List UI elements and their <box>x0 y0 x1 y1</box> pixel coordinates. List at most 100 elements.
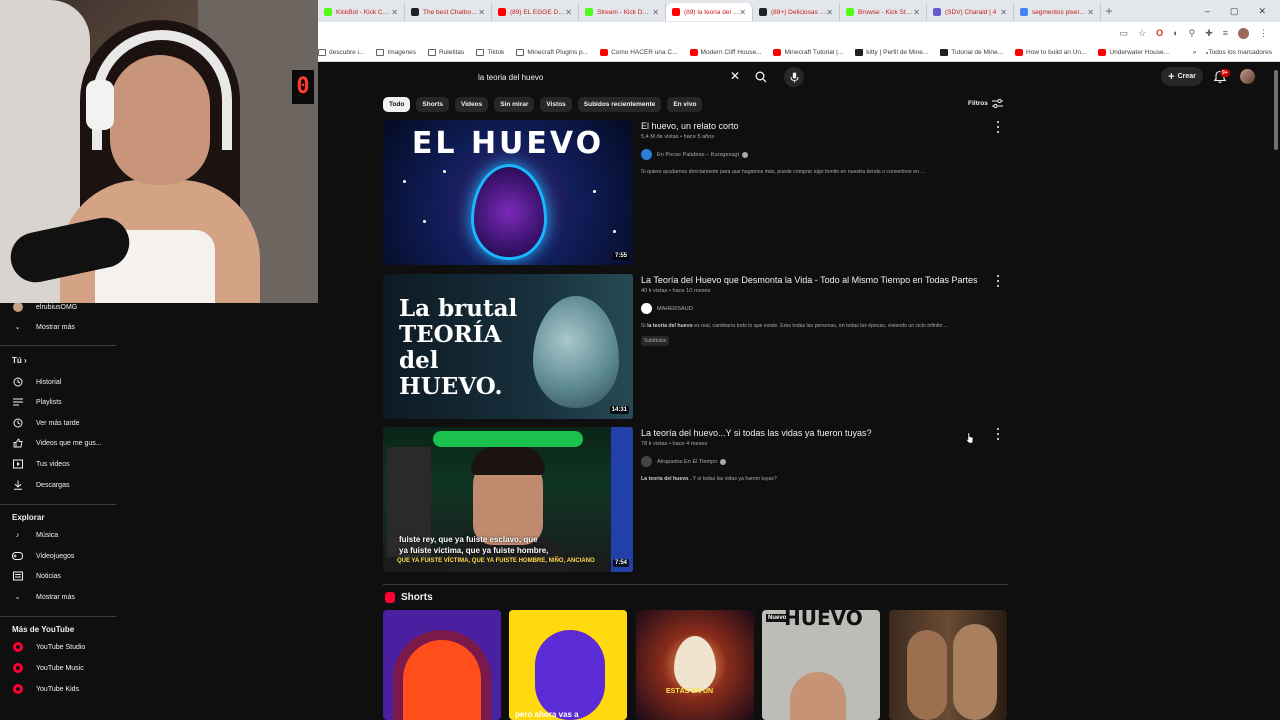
media-icon[interactable]: ≡ <box>1223 28 1228 39</box>
search-input[interactable]: la teoria del huevo ✕ <box>478 67 750 87</box>
opera-extension-icon[interactable]: O <box>1156 28 1163 39</box>
channel-row[interactable]: Atrapados En El Tiempo <box>641 456 1001 467</box>
tab-close-icon[interactable]: ✕ <box>391 8 398 17</box>
account-avatar[interactable] <box>1240 69 1255 84</box>
bookmark-item[interactable]: How to build an Un... <box>1015 49 1086 56</box>
browser-tab[interactable]: segmentos pixeles - b✕ <box>1014 3 1101 21</box>
bookmark-item[interactable]: Minecraft Tutorial |... <box>773 49 843 56</box>
filters-button[interactable]: Filtros <box>968 99 1003 108</box>
chip-en-vivo[interactable]: En vivo <box>667 97 703 112</box>
sidebar-item-tus-videos[interactable]: Tus videos <box>0 454 116 474</box>
more-actions-icon[interactable] <box>995 121 1001 133</box>
sidebar-item-youtube-kids[interactable]: YouTube Kids <box>0 679 116 699</box>
bookmark-item[interactable]: Underwater House... <box>1098 49 1169 56</box>
voice-search-button[interactable] <box>784 67 804 87</box>
extension-icon[interactable]: ⚲ <box>1189 28 1196 39</box>
bookmark-item[interactable]: descubre i... <box>318 49 364 56</box>
channel-row[interactable]: MAHERSAUD <box>641 303 1001 314</box>
maximize-icon[interactable]: ▢ <box>1230 6 1239 17</box>
sidebar-item-descargas[interactable]: Descargas <box>0 475 116 495</box>
browser-tab[interactable]: The best Chatbot and✕ <box>405 3 492 21</box>
tab-close-icon[interactable]: ✕ <box>739 8 746 17</box>
clear-search-icon[interactable]: ✕ <box>730 69 740 83</box>
video-thumbnail[interactable]: EL HUEVO 7:55 <box>383 120 633 265</box>
channel-avatar[interactable] <box>641 456 652 467</box>
search-button[interactable] <box>752 67 770 87</box>
sidebar-item-ver-mas-tarde[interactable]: Ver más tarde <box>0 413 116 433</box>
bookmark-item[interactable]: Modern Cliff House... <box>689 49 761 56</box>
tab-close-icon[interactable]: ✕ <box>826 8 833 17</box>
all-bookmarks-label[interactable]: Todos los marcadores <box>1208 49 1272 56</box>
browser-menu-icon[interactable]: ⋮ <box>1259 28 1268 39</box>
browser-tab[interactable]: (89) EL EGGE DE DARI✕ <box>492 3 579 21</box>
close-window-icon[interactable]: ✕ <box>1258 6 1266 17</box>
bookmark-item[interactable]: Tutorial de Mine... <box>940 49 1003 56</box>
channel-avatar[interactable] <box>641 303 652 314</box>
browser-tab-active[interactable]: (89) la teoria del huevo✕ <box>666 3 753 21</box>
channel-name[interactable]: MAHERSAUD <box>657 306 693 312</box>
more-actions-icon[interactable] <box>995 428 1001 440</box>
sidebar-item-youtube-studio[interactable]: YouTube Studio <box>0 637 116 657</box>
channel-row[interactable]: En Pocas Palabras – Kurzgesagt <box>641 149 1001 160</box>
chip-sin-mirar[interactable]: Sin mirar <box>494 97 535 112</box>
create-button[interactable]: + Crear <box>1161 67 1203 86</box>
chip-shorts[interactable]: Shorts <box>416 97 449 112</box>
cast-icon[interactable]: ▭ <box>1120 28 1129 39</box>
bookmark-item[interactable]: Minecraft Plugins p... <box>516 49 588 56</box>
sidebar-item-historial[interactable]: Historial <box>0 372 116 392</box>
bookmark-item[interactable]: Imagenes <box>376 49 416 56</box>
channel-name[interactable]: Atrapados En El Tiempo <box>657 459 717 465</box>
tab-close-icon[interactable]: ✕ <box>478 8 485 17</box>
video-result[interactable]: fuiste rey, que ya fuiste esclavo, que y… <box>383 427 1008 573</box>
scrollbar-thumb[interactable] <box>1274 70 1278 150</box>
more-actions-icon[interactable] <box>995 275 1001 287</box>
page-scrollbar[interactable] <box>1272 62 1280 720</box>
bookmark-star-icon[interactable]: ☆ <box>1138 28 1146 39</box>
bookmark-item[interactable]: Ruletitas <box>427 49 464 56</box>
sidebar-item-videojuegos[interactable]: Videojuegos <box>0 546 116 566</box>
browser-tab[interactable]: (SDV) Charaid | 4 ✕ <box>927 3 1014 21</box>
short-item[interactable]: ESTÁS EN UN <box>636 610 754 720</box>
sidebar-section-you[interactable]: Tú › <box>12 356 27 365</box>
short-item[interactable]: pero ahora vas a <box>509 610 627 720</box>
video-title[interactable]: La teoría del huevo...Y si todas las vid… <box>641 427 1001 439</box>
tab-close-icon[interactable]: ✕ <box>652 8 659 17</box>
video-result[interactable]: La brutal TEORÍA del HUEVO. 14:31 La Teo… <box>383 274 1008 420</box>
chip-todo[interactable]: Todo <box>383 97 411 112</box>
sidebar-item-noticias[interactable]: Noticias <box>0 566 116 586</box>
translate-icon[interactable]: ◐ <box>1173 28 1178 39</box>
browser-tab[interactable]: Stream - Kick Dashbo✕ <box>579 3 666 21</box>
browser-tab[interactable]: Browse - Kick Stream✕ <box>840 3 927 21</box>
short-item[interactable] <box>889 610 1007 720</box>
sidebar-item-show-more[interactable]: ⌄ Mostrar más <box>0 317 116 337</box>
bookmarks-more-icon[interactable]: » <box>1193 49 1197 56</box>
bookmark-item[interactable]: kitty | Perfil de Mine... <box>855 49 928 56</box>
bookmark-item[interactable]: Como HACER una C... <box>600 49 678 56</box>
tab-close-icon[interactable]: ✕ <box>1087 8 1094 17</box>
sidebar-item-youtube-music[interactable]: YouTube Music <box>0 658 116 678</box>
short-item[interactable]: HUEVO Nuevo <box>762 610 880 720</box>
video-title[interactable]: El huevo, un relato corto <box>641 120 1001 132</box>
video-title[interactable]: La Teoría del Huevo que Desmonta la Vida… <box>641 274 1001 286</box>
tab-close-icon[interactable]: ✕ <box>913 8 920 17</box>
video-result[interactable]: EL HUEVO 7:55 El huevo, un relato corto … <box>383 120 1008 266</box>
minimize-icon[interactable]: – <box>1205 6 1210 17</box>
bookmark-item[interactable]: Tiktok <box>476 49 504 56</box>
video-thumbnail[interactable]: fuiste rey, que ya fuiste esclavo, que y… <box>383 427 633 572</box>
sidebar-item-musica[interactable]: ♪ Música <box>0 525 116 545</box>
short-item[interactable] <box>383 610 501 720</box>
new-tab-icon[interactable]: + <box>1101 4 1117 18</box>
channel-name[interactable]: En Pocas Palabras – Kurzgesagt <box>657 152 739 158</box>
tab-close-icon[interactable]: ✕ <box>565 8 572 17</box>
chip-vistos[interactable]: Vistos <box>540 97 572 112</box>
chip-subidos-recientemente[interactable]: Subidos recientemente <box>577 97 662 112</box>
video-thumbnail[interactable]: La brutal TEORÍA del HUEVO. 14:31 <box>383 274 633 419</box>
sidebar-item-liked-videos[interactable]: Videos que me gus... <box>0 433 116 453</box>
browser-profile-avatar[interactable] <box>1238 27 1249 39</box>
sidebar-item-mostrar-mas[interactable]: ⌄ Mostrar más <box>0 587 116 607</box>
browser-tab[interactable]: (89+) Deliciosas receta✕ <box>753 3 840 21</box>
tab-close-icon[interactable]: ✕ <box>1000 8 1007 17</box>
chip-videos[interactable]: Videos <box>455 97 489 112</box>
channel-avatar[interactable] <box>641 149 652 160</box>
puzzle-icon[interactable]: ✚ <box>1205 28 1213 39</box>
